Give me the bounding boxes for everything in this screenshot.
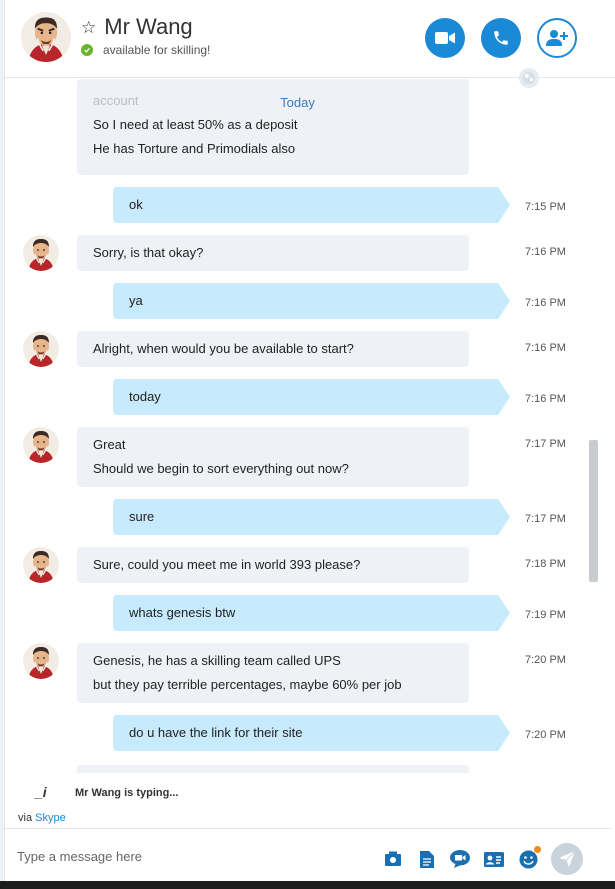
message-row: ok 7:15 PM	[5, 187, 590, 223]
avatar[interactable]	[23, 547, 59, 583]
message-text-line: So I need at least 50% as a deposit	[93, 117, 298, 132]
via-skype-link[interactable]: Skype	[35, 812, 66, 824]
video-message-icon[interactable]	[450, 849, 470, 869]
avatar[interactable]	[23, 235, 59, 271]
status-message: available for skilling!	[103, 43, 211, 57]
message-row: sure 7:17 PM	[5, 499, 590, 535]
message-row: account So I need at least 50% as a depos…	[5, 79, 590, 175]
date-divider: Today	[280, 95, 315, 110]
contact-name[interactable]: Mr Wang	[104, 14, 192, 40]
status-available-icon	[81, 44, 93, 56]
message-timestamp: 7:16 PM	[525, 342, 566, 354]
incoming-message-bubble[interactable]: Great Should we begin to sort everything …	[77, 427, 469, 487]
incoming-message-bubble[interactable]: account So I need at least 50% as a depos…	[77, 79, 469, 175]
avatar[interactable]	[23, 331, 59, 367]
chat-header: ☆ Mr Wang available for skilling!	[5, 0, 615, 88]
message-timestamp: 7:20 PM	[525, 654, 566, 666]
message-composer	[5, 828, 611, 881]
message-timestamp: 7:16 PM	[525, 393, 566, 405]
send-icon	[559, 851, 575, 867]
message-row: Sorry, is that okay? 7:16 PM	[5, 235, 590, 271]
outgoing-message-bubble[interactable]: ok	[113, 187, 510, 223]
incoming-message-bubble[interactable]: Genesis, he has a skilling team called U…	[77, 643, 469, 703]
scrollbar[interactable]	[589, 440, 598, 582]
message-timestamp: 7:16 PM	[525, 246, 566, 258]
message-text-line: Should we begin to sort everything out n…	[93, 461, 349, 476]
message-timestamp: 7:19 PM	[525, 609, 566, 621]
typing-text: Mr Wang is typing...	[75, 787, 179, 799]
add-person-icon	[546, 30, 568, 46]
message-text-line: Great	[93, 437, 126, 452]
via-label: via Skype	[18, 812, 66, 824]
incoming-message-bubble[interactable]	[77, 765, 469, 773]
via-prefix: via	[18, 812, 33, 824]
status-row: available for skilling!	[81, 43, 210, 57]
incoming-message-bubble[interactable]: Alright, when would you be available to …	[77, 331, 469, 367]
emoticon-icon[interactable]	[518, 846, 541, 869]
message-row: Alright, when would you be available to …	[5, 331, 590, 367]
avatar[interactable]	[23, 427, 59, 463]
add-people-button[interactable]	[537, 18, 577, 58]
message-row: do u have the link for their site 7:20 PM	[5, 715, 590, 751]
incoming-message-bubble[interactable]: Sorry, is that okay?	[77, 235, 469, 271]
notification-dot	[534, 846, 541, 853]
message-row: Great Should we begin to sort everything …	[5, 427, 590, 487]
message-text-line: Sorry, is that okay?	[93, 245, 204, 260]
avatar[interactable]	[23, 643, 59, 679]
message-timestamp: 7:16 PM	[525, 297, 566, 309]
message-text-line: Sure, could you meet me in world 393 ple…	[93, 557, 361, 572]
message-row: Sure, could you meet me in world 393 ple…	[5, 547, 590, 583]
typing-indicator: _i Mr Wang is typing...	[5, 773, 615, 813]
message-text-line: He has Torture and Primodials also	[93, 141, 296, 156]
avatar-image	[21, 12, 71, 62]
file-icon[interactable]	[417, 849, 437, 869]
message-row: Genesis, he has a skilling team called U…	[5, 643, 590, 703]
message-timestamp: 7:18 PM	[525, 558, 566, 570]
outgoing-message-bubble[interactable]: sure	[113, 499, 510, 535]
media-icon[interactable]	[383, 849, 403, 869]
outgoing-message-bubble[interactable]: do u have the link for their site	[113, 715, 510, 751]
message-text-line: Genesis, he has a skilling team called U…	[93, 653, 341, 668]
phone-icon	[494, 31, 508, 45]
message-timestamp: 7:17 PM	[525, 438, 566, 450]
video-camera-icon	[435, 32, 455, 44]
favorite-star-icon[interactable]: ☆	[81, 19, 96, 36]
message-timestamp: 7:15 PM	[525, 201, 566, 213]
message-timestamp: 7:20 PM	[525, 729, 566, 741]
message-text-line: Alright, when would you be available to …	[93, 341, 354, 356]
typing-pencil-icon: _i	[35, 784, 47, 800]
video-call-button[interactable]	[425, 18, 465, 58]
outgoing-message-bubble[interactable]: ya	[113, 283, 510, 319]
message-row: today 7:16 PM	[5, 379, 590, 415]
message-row: whats genesis btw 7:19 PM	[5, 595, 590, 631]
avatar[interactable]	[21, 12, 71, 62]
contact-card-icon[interactable]	[484, 849, 504, 869]
avatar[interactable]	[23, 763, 59, 773]
audio-call-button[interactable]	[481, 18, 521, 58]
window-bottom-bar	[0, 881, 615, 889]
outgoing-message-bubble[interactable]: today	[113, 379, 510, 415]
outgoing-message-bubble[interactable]: whats genesis btw	[113, 595, 510, 631]
contact-name-row: ☆ Mr Wang	[81, 14, 193, 40]
message-timestamp: 7:17 PM	[525, 513, 566, 525]
message-text-line: but they pay terrible percentages, maybe…	[93, 677, 402, 692]
incoming-message-bubble[interactable]: Sure, could you meet me in world 393 ple…	[77, 547, 469, 583]
message-input[interactable]	[17, 845, 357, 867]
conversation-pane[interactable]: Today account So I need at least 50% as a…	[5, 79, 590, 773]
send-button[interactable]	[551, 843, 583, 875]
message-row: ya 7:16 PM	[5, 283, 590, 319]
